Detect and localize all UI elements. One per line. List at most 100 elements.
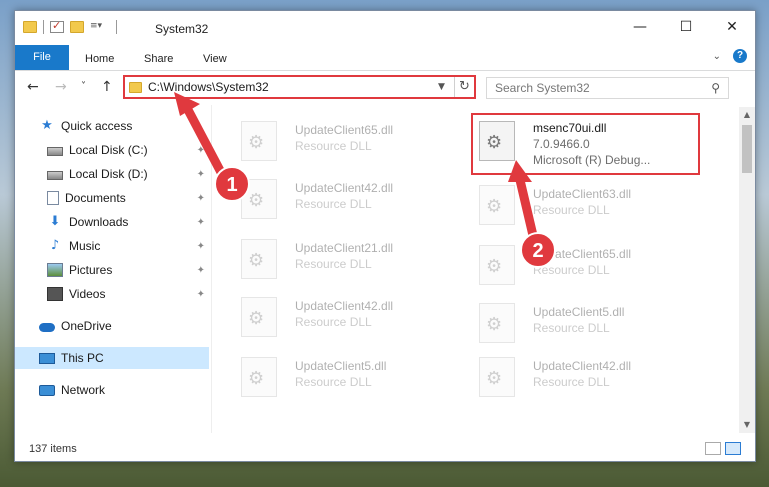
address-dropdown-icon[interactable]: ▼ bbox=[438, 82, 454, 92]
pin-icon[interactable]: ✦ bbox=[197, 265, 205, 276]
title-bar: ≡▾ System32 — ☐ ✕ bbox=[15, 11, 755, 45]
explorer-window: ≡▾ System32 — ☐ ✕ File Home Share View ⌄… bbox=[14, 10, 756, 462]
forward-arrow-icon[interactable]: → bbox=[55, 79, 67, 95]
sidebar-item-pictures[interactable]: Pictures ✦ bbox=[15, 259, 209, 281]
pane-divider[interactable] bbox=[211, 105, 212, 433]
file-item[interactable]: ⚙ UpdateClient65.dll Resource DLL bbox=[479, 241, 709, 289]
file-item[interactable]: ⚙ UpdateClient21.dll Resource DLL bbox=[241, 235, 471, 283]
file-type: Resource DLL bbox=[533, 263, 610, 277]
videos-icon bbox=[47, 287, 63, 301]
sidebar-item-documents[interactable]: Documents ✦ bbox=[15, 187, 209, 209]
pin-icon[interactable]: ✦ bbox=[197, 289, 205, 300]
pin-icon[interactable]: ✦ bbox=[197, 169, 205, 180]
ribbon-controls: ⌄ ? bbox=[713, 49, 747, 63]
file-name: UpdateClient42.dll bbox=[533, 359, 632, 373]
pin-icon[interactable]: ✦ bbox=[197, 217, 205, 228]
sidebar-item-label: Documents bbox=[65, 191, 126, 205]
ribbon-tabs: File Home Share View ⌄ ? bbox=[15, 45, 755, 71]
up-arrow-icon[interactable]: ↑ bbox=[101, 79, 113, 95]
this-pc-icon bbox=[39, 352, 55, 364]
new-folder-icon[interactable] bbox=[70, 21, 84, 33]
file-type: Resource DLL bbox=[295, 375, 372, 389]
sidebar-item-label: Videos bbox=[69, 287, 106, 301]
sidebar-item-local-disk-d[interactable]: Local Disk (D:) ✦ bbox=[15, 163, 209, 185]
music-icon: ♪ bbox=[50, 238, 60, 253]
file-item[interactable]: ⚙ UpdateClient42.dll Resource DLL bbox=[479, 353, 709, 401]
vertical-scrollbar[interactable]: ▲ ▼ bbox=[739, 107, 755, 433]
sidebar-item-label: Network bbox=[61, 383, 106, 397]
search-placeholder: Search System32 bbox=[495, 81, 590, 95]
tab-share[interactable]: Share bbox=[144, 48, 173, 70]
chevron-down-icon[interactable]: ⌄ bbox=[713, 51, 721, 62]
tab-file[interactable]: File bbox=[15, 45, 69, 70]
file-item[interactable]: ⚙ UpdateClient5.dll Resource DLL bbox=[479, 299, 709, 347]
dll-file-icon: ⚙ bbox=[241, 357, 277, 397]
address-path[interactable]: C:\Windows\System32 bbox=[148, 80, 438, 94]
navigation-pane: ★ Quick access Local Disk (C:) ✦ Local D… bbox=[15, 115, 211, 433]
sidebar-item-downloads[interactable]: ⬇ Downloads ✦ bbox=[15, 211, 209, 233]
file-item[interactable]: ⚙ UpdateClient42.dll Resource DLL bbox=[241, 293, 471, 341]
window-title: System32 bbox=[155, 22, 209, 36]
disk-icon bbox=[47, 146, 63, 156]
sidebar-item-label: Local Disk (D:) bbox=[69, 167, 148, 181]
minimize-button[interactable]: — bbox=[617, 11, 663, 43]
file-type: Resource DLL bbox=[295, 257, 372, 271]
sidebar-item-onedrive[interactable]: OneDrive bbox=[15, 315, 209, 337]
details-view-icon[interactable] bbox=[705, 442, 721, 455]
sidebar-item-videos[interactable]: Videos ✦ bbox=[15, 283, 209, 305]
sidebar-item-label: Pictures bbox=[69, 263, 113, 277]
search-input[interactable]: Search System32 ⚲ bbox=[486, 77, 729, 99]
dll-file-icon: ⚙ bbox=[241, 179, 277, 219]
sidebar-item-quick-access[interactable]: ★ Quick access bbox=[15, 115, 209, 137]
file-type: Resource DLL bbox=[295, 315, 372, 329]
dll-file-icon: ⚙ bbox=[479, 245, 515, 285]
sidebar-item-local-disk-c[interactable]: Local Disk (C:) ✦ bbox=[15, 139, 209, 161]
file-highlight-box bbox=[471, 113, 700, 175]
back-arrow-icon[interactable]: ← bbox=[27, 79, 39, 95]
recent-locations-icon[interactable]: ˅ bbox=[81, 81, 86, 92]
file-name: UpdateClient21.dll bbox=[295, 241, 394, 255]
sidebar-item-label: Quick access bbox=[61, 119, 133, 133]
sidebar-item-label: OneDrive bbox=[61, 319, 112, 333]
sidebar-item-this-pc[interactable]: This PC bbox=[15, 347, 209, 369]
address-bar[interactable]: C:\Windows\System32 ▼ ↻ bbox=[123, 75, 476, 99]
tiles-view-icon[interactable] bbox=[725, 442, 741, 455]
status-bar: 137 items bbox=[15, 437, 755, 461]
file-name: UpdateClient42.dll bbox=[295, 299, 394, 313]
navigation-bar: ← → ˅ ↑ C:\Windows\System32 ▼ ↻ Search S… bbox=[15, 73, 755, 103]
customize-toolbar-icon[interactable]: ≡▾ bbox=[90, 21, 110, 33]
file-item[interactable]: ⚙ UpdateClient65.dll Resource DLL bbox=[241, 117, 471, 165]
close-button[interactable]: ✕ bbox=[709, 11, 755, 43]
properties-icon[interactable] bbox=[50, 19, 64, 33]
pin-icon[interactable]: ✦ bbox=[197, 241, 205, 252]
disk-icon bbox=[47, 170, 63, 180]
onedrive-icon bbox=[39, 322, 55, 332]
dll-file-icon: ⚙ bbox=[241, 121, 277, 161]
star-icon: ★ bbox=[41, 118, 53, 133]
network-icon bbox=[39, 384, 55, 396]
tab-home[interactable]: Home bbox=[85, 48, 114, 70]
file-item[interactable]: ⚙ UpdateClient63.dll Resource DLL bbox=[479, 181, 709, 229]
help-icon[interactable]: ? bbox=[733, 49, 747, 63]
scroll-down-icon[interactable]: ▼ bbox=[739, 417, 755, 433]
file-type: Resource DLL bbox=[533, 203, 610, 217]
pin-icon[interactable]: ✦ bbox=[197, 145, 205, 156]
pin-icon[interactable]: ✦ bbox=[197, 193, 205, 204]
dll-file-icon: ⚙ bbox=[241, 297, 277, 337]
scroll-up-icon[interactable]: ▲ bbox=[739, 107, 755, 123]
sidebar-item-network[interactable]: Network bbox=[15, 379, 209, 401]
file-item[interactable]: ⚙ UpdateClient42.dll Resource DLL bbox=[241, 175, 471, 223]
sidebar-item-music[interactable]: ♪ Music ✦ bbox=[15, 235, 209, 257]
downloads-icon: ⬇ bbox=[49, 214, 61, 229]
sidebar-item-label: Music bbox=[69, 239, 101, 253]
refresh-icon[interactable]: ↻ bbox=[454, 77, 474, 97]
file-name: UpdateClient5.dll bbox=[295, 359, 387, 373]
view-toggle bbox=[705, 442, 741, 455]
tab-view[interactable]: View bbox=[203, 48, 227, 70]
scrollbar-thumb[interactable] bbox=[742, 125, 752, 173]
maximize-button[interactable]: ☐ bbox=[663, 11, 709, 43]
search-icon[interactable]: ⚲ bbox=[711, 81, 720, 95]
quick-access-toolbar: ≡▾ bbox=[23, 19, 117, 34]
documents-icon bbox=[47, 191, 59, 205]
file-item[interactable]: ⚙ UpdateClient5.dll Resource DLL bbox=[241, 353, 471, 401]
